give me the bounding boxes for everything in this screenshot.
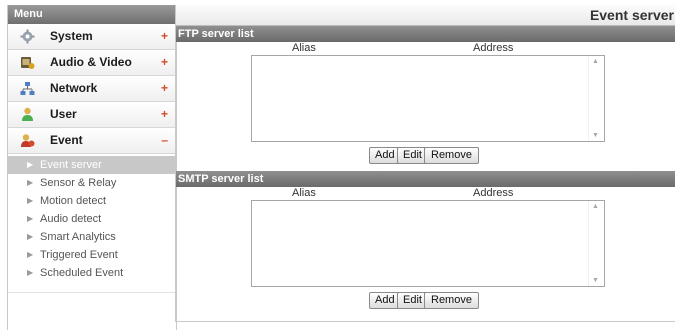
scroll-up-icon[interactable]: ▲ bbox=[592, 203, 599, 210]
column-header-address: Address bbox=[473, 187, 514, 199]
menu-item-system[interactable]: System + bbox=[8, 24, 176, 50]
ftp-section-header: FTP server list bbox=[176, 26, 675, 42]
column-header-address: Address bbox=[473, 42, 514, 54]
menu-item-label: Network bbox=[50, 81, 98, 95]
smtp-add-button[interactable]: Add bbox=[369, 292, 401, 309]
caret-right-icon: ▶ bbox=[27, 178, 34, 187]
menu-item-label: Event bbox=[50, 133, 83, 147]
video-icon bbox=[20, 55, 35, 70]
caret-right-icon: ▶ bbox=[27, 232, 34, 241]
smtp-list-scrollbar[interactable]: ▲ ▼ bbox=[588, 201, 604, 286]
submenu-item-sensor-relay[interactable]: ▶ Sensor & Relay bbox=[8, 174, 176, 192]
caret-right-icon: ▶ bbox=[27, 160, 34, 169]
scroll-down-icon[interactable]: ▼ bbox=[592, 132, 599, 139]
smtp-button-row: Add Edit Remove bbox=[176, 287, 675, 311]
smtp-server-list[interactable]: ▲ ▼ bbox=[251, 200, 605, 287]
expand-icon[interactable]: + bbox=[161, 24, 168, 49]
column-header-alias: Alias bbox=[292, 187, 316, 199]
column-header-alias: Alias bbox=[292, 42, 316, 54]
event-icon bbox=[20, 133, 35, 148]
submenu-item-audio-detect[interactable]: ▶ Audio detect bbox=[8, 210, 176, 228]
submenu-item-label: Scheduled Event bbox=[40, 267, 124, 279]
expand-icon[interactable]: + bbox=[161, 102, 168, 127]
sidebar-menu: Menu System + Audio & Video + Network + … bbox=[7, 5, 177, 330]
submenu-item-scheduled-event[interactable]: ▶ Scheduled Event bbox=[8, 264, 176, 282]
submenu-item-label: Smart Analytics bbox=[40, 231, 116, 243]
menu-item-label: Audio & Video bbox=[50, 55, 132, 69]
menu-item-event[interactable]: Event – bbox=[8, 128, 176, 154]
submenu-item-motion-detect[interactable]: ▶ Motion detect bbox=[8, 192, 176, 210]
ftp-button-row: Add Edit Remove bbox=[176, 142, 675, 166]
expand-icon[interactable]: + bbox=[161, 76, 168, 101]
main-panel: Event server FTP server list Alias Addre… bbox=[175, 5, 675, 322]
smtp-section-header: SMTP server list bbox=[176, 171, 675, 187]
menu-item-network[interactable]: Network + bbox=[8, 76, 176, 102]
menu-item-label: User bbox=[50, 107, 77, 121]
ftp-remove-button[interactable]: Remove bbox=[424, 147, 479, 164]
caret-right-icon: ▶ bbox=[27, 268, 34, 277]
user-icon bbox=[20, 107, 35, 122]
submenu-item-label: Triggered Event bbox=[40, 249, 118, 261]
submenu-item-label: Sensor & Relay bbox=[40, 177, 117, 189]
network-icon bbox=[20, 81, 35, 96]
submenu-item-label: Motion detect bbox=[40, 195, 107, 207]
page-title: Event server bbox=[176, 5, 675, 26]
ftp-add-button[interactable]: Add bbox=[369, 147, 401, 164]
submenu-item-smart-analytics[interactable]: ▶ Smart Analytics bbox=[8, 228, 176, 246]
caret-right-icon: ▶ bbox=[27, 196, 34, 205]
smtp-remove-button[interactable]: Remove bbox=[424, 292, 479, 309]
smtp-column-headers: Alias Address bbox=[176, 187, 675, 200]
submenu-item-event-server[interactable]: ▶ Event server bbox=[8, 156, 176, 174]
caret-right-icon: ▶ bbox=[27, 214, 34, 223]
caret-right-icon: ▶ bbox=[27, 250, 34, 259]
submenu-item-triggered-event[interactable]: ▶ Triggered Event bbox=[8, 246, 176, 264]
ftp-list-scrollbar[interactable]: ▲ ▼ bbox=[588, 56, 604, 141]
ftp-column-headers: Alias Address bbox=[176, 42, 675, 55]
ftp-server-list[interactable]: ▲ ▼ bbox=[251, 55, 605, 142]
collapse-icon[interactable]: – bbox=[161, 128, 168, 153]
menu-header: Menu bbox=[8, 5, 176, 24]
menu-item-label: System bbox=[50, 29, 93, 43]
expand-icon[interactable]: + bbox=[161, 50, 168, 75]
submenu-item-label: Audio detect bbox=[40, 213, 102, 225]
menu-item-audio-video[interactable]: Audio & Video + bbox=[8, 50, 176, 76]
submenu-item-label: Event server bbox=[40, 159, 102, 171]
gear-icon bbox=[20, 29, 35, 44]
scroll-down-icon[interactable]: ▼ bbox=[592, 277, 599, 284]
divider bbox=[8, 292, 176, 293]
scroll-up-icon[interactable]: ▲ bbox=[592, 58, 599, 65]
menu-item-user[interactable]: User + bbox=[8, 102, 176, 128]
